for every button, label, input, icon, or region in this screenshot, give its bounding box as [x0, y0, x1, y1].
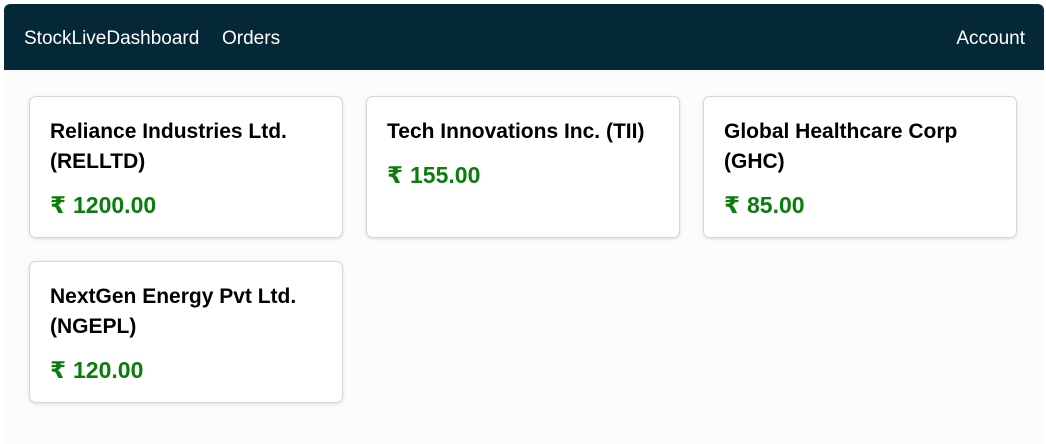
rupee-symbol: ₹ [50, 357, 67, 383]
stock-price-value: 1200.00 [73, 192, 157, 218]
stock-price: ₹155.00 [387, 160, 480, 190]
orders-link[interactable]: Orders [222, 27, 280, 51]
stock-card-tii[interactable]: Tech Innovations Inc. (TII) ₹155.00 [366, 96, 680, 238]
stock-name: Global Healthcare Corp (GHC) [724, 120, 958, 173]
stock-price-value: 155.00 [410, 162, 481, 188]
app-window: StockLiveDashboard Orders Account Relian… [4, 4, 1044, 444]
stock-card-relltd[interactable]: Reliance Industries Ltd. (RELLTD) ₹1200.… [29, 96, 343, 238]
stock-name: Tech Innovations Inc. (TII) [387, 120, 645, 143]
stock-price-value: 85.00 [747, 192, 805, 218]
stock-card-ngepl[interactable]: NextGen Energy Pvt Ltd. (NGEPL) ₹120.00 [29, 261, 343, 403]
account-link[interactable]: Account [956, 27, 1025, 51]
top-navbar: StockLiveDashboard Orders Account [4, 4, 1044, 70]
stock-price: ₹85.00 [724, 190, 805, 220]
stock-price: ₹1200.00 [50, 190, 156, 220]
brand-link[interactable]: StockLiveDashboard [24, 27, 199, 51]
stock-price-value: 120.00 [73, 357, 144, 383]
rupee-symbol: ₹ [50, 192, 67, 218]
stock-price: ₹120.00 [50, 355, 143, 385]
rupee-symbol: ₹ [387, 162, 404, 188]
rupee-symbol: ₹ [724, 192, 741, 218]
stock-card-ghc[interactable]: Global Healthcare Corp (GHC) ₹85.00 [703, 96, 1017, 238]
stock-name: Reliance Industries Ltd. (RELLTD) [50, 120, 287, 173]
stock-name: NextGen Energy Pvt Ltd. (NGEPL) [50, 285, 297, 338]
